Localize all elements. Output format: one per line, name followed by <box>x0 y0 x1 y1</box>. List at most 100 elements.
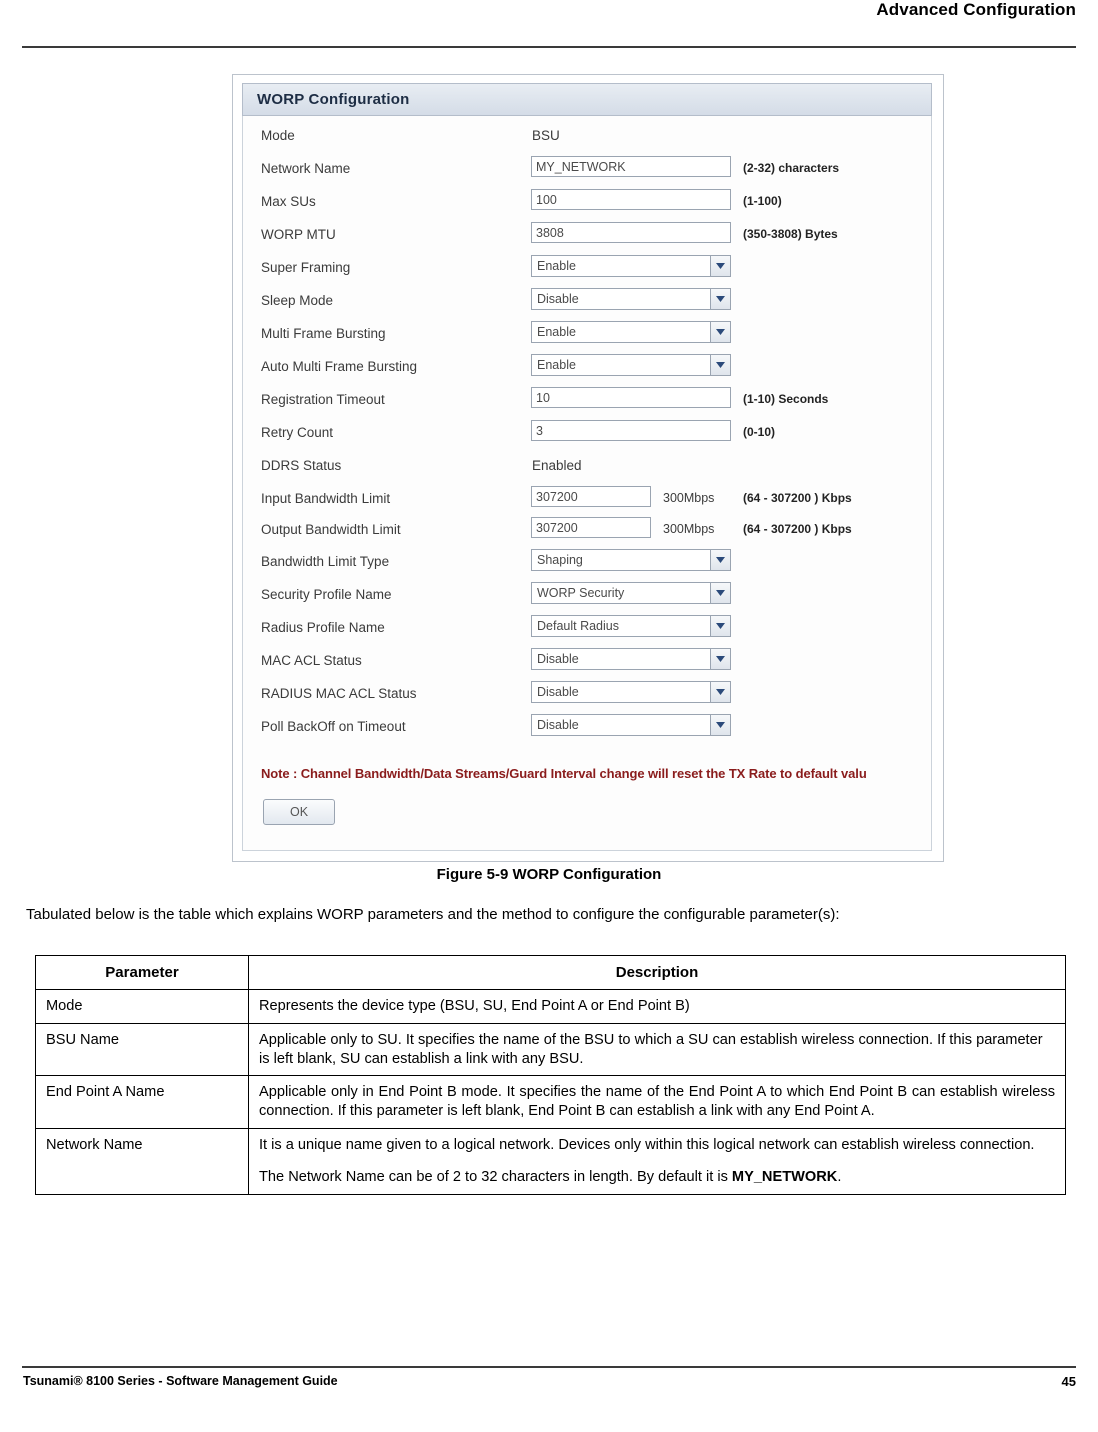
form-row-input-bandwidth-limit: Input Bandwidth Limit 300Mbps (64 - 3072… <box>243 483 933 516</box>
description-paragraph: It is a unique name given to a logical n… <box>259 1136 1035 1153</box>
hint-output-bandwidth-limit: (64 - 307200 ) Kbps <box>743 522 852 536</box>
input-max-sus[interactable] <box>531 189 731 210</box>
table-cell-description: It is a unique name given to a logical n… <box>248 1127 1066 1195</box>
form-row-security-profile-name: Security Profile Name WORP Security <box>243 579 933 612</box>
form-row-poll-backoff-on-timeout: Poll BackOff on Timeout Disable <box>243 711 933 744</box>
select-radius-profile-name[interactable]: Default Radius <box>531 615 731 637</box>
value-input-bandwidth-mbps: 300Mbps <box>663 491 715 505</box>
select-bandwidth-limit-type[interactable]: Shaping <box>531 549 731 571</box>
label-network-name: Network Name <box>261 161 351 176</box>
input-output-bandwidth-limit[interactable] <box>531 517 651 538</box>
input-input-bandwidth-limit[interactable] <box>531 486 651 507</box>
table-cell-parameter: BSU Name <box>35 1022 249 1077</box>
form-row-retry-count: Retry Count (0-10) <box>243 417 933 450</box>
label-registration-timeout: Registration Timeout <box>261 392 385 407</box>
chevron-down-icon[interactable] <box>710 649 730 669</box>
select-super-framing-value: Enable <box>537 259 576 273</box>
input-retry-count[interactable] <box>531 420 731 441</box>
table-row: BSU Name Applicable only to SU. It speci… <box>35 1022 1066 1077</box>
hint-max-sus: (1-100) <box>743 194 782 208</box>
page-header: Advanced Configuration <box>0 0 1098 52</box>
select-mac-acl-status[interactable]: Disable <box>531 648 731 670</box>
chevron-down-icon[interactable] <box>710 715 730 735</box>
worp-note-text: Note : Channel Bandwidth/Data Streams/Gu… <box>261 766 867 781</box>
label-poll-backoff-on-timeout: Poll BackOff on Timeout <box>261 719 406 734</box>
label-auto-multi-frame-bursting: Auto Multi Frame Bursting <box>261 359 418 374</box>
table-row: End Point A Name Applicable only in End … <box>35 1075 1066 1129</box>
description-paragraph: Represents the device type (BSU, SU, End… <box>259 998 690 1015</box>
label-mode: Mode <box>261 128 295 143</box>
label-radius-mac-acl-status: RADIUS MAC ACL Status <box>261 686 417 701</box>
worp-configuration-panel: WORP Configuration Mode BSU Network Name… <box>242 83 932 851</box>
form-row-bandwidth-limit-type: Bandwidth Limit Type Shaping <box>243 546 933 579</box>
select-super-framing[interactable]: Enable <box>531 255 731 277</box>
value-mode: BSU <box>532 128 560 143</box>
select-sleep-mode[interactable]: Disable <box>531 288 731 310</box>
label-sleep-mode: Sleep Mode <box>261 293 334 308</box>
description-paragraph: Applicable only to SU. It specifies the … <box>259 1031 1043 1067</box>
default-text-post: . <box>837 1169 842 1186</box>
select-multi-frame-bursting[interactable]: Enable <box>531 321 731 343</box>
input-network-name[interactable] <box>531 156 731 177</box>
description-paragraph-default: The Network Name can be of 2 to 32 chara… <box>259 1168 1055 1187</box>
form-row-sleep-mode: Sleep Mode Disable <box>243 285 933 318</box>
worp-panel-title: WORP Configuration <box>257 91 410 108</box>
select-auto-multi-frame-bursting[interactable]: Enable <box>531 354 731 376</box>
select-poll-backoff-on-timeout[interactable]: Disable <box>531 714 731 736</box>
select-poll-backoff-on-timeout-value: Disable <box>537 718 579 732</box>
select-radius-profile-name-value: Default Radius <box>537 619 619 633</box>
select-radius-mac-acl-status[interactable]: Disable <box>531 681 731 703</box>
value-ddrs-status: Enabled <box>532 458 582 473</box>
label-security-profile-name: Security Profile Name <box>261 587 392 602</box>
select-auto-multi-frame-bursting-value: Enable <box>537 358 576 372</box>
default-text-pre: The Network Name can be of 2 to 32 chara… <box>259 1169 732 1186</box>
hint-input-bandwidth-limit: (64 - 307200 ) Kbps <box>743 491 852 505</box>
figure-caption: Figure 5-9 WORP Configuration <box>436 866 662 883</box>
label-bandwidth-limit-type: Bandwidth Limit Type <box>261 554 390 569</box>
chevron-down-icon[interactable] <box>710 616 730 636</box>
default-network-name: MY_NETWORK <box>731 1169 838 1186</box>
hint-registration-timeout: (1-10) Seconds <box>743 392 829 406</box>
worp-parameters-table: Parameter Description Mode Represents th… <box>35 954 1066 1195</box>
figure-worp-configuration: WORP Configuration Mode BSU Network Name… <box>232 74 944 862</box>
chevron-down-icon[interactable] <box>710 682 730 702</box>
intro-paragraph: Tabulated below is the table which expla… <box>26 906 840 923</box>
select-sleep-mode-value: Disable <box>537 292 579 306</box>
footer-page-number: 45 <box>1061 1374 1076 1389</box>
table-row: Network Name It is a unique name given t… <box>35 1127 1066 1195</box>
label-super-framing: Super Framing <box>261 260 351 275</box>
select-security-profile-name[interactable]: WORP Security <box>531 582 731 604</box>
input-registration-timeout[interactable] <box>531 387 731 408</box>
label-multi-frame-bursting: Multi Frame Bursting <box>261 326 386 341</box>
table-row: Mode Represents the device type (BSU, SU… <box>35 989 1066 1024</box>
worp-panel-titlebar: WORP Configuration <box>242 83 932 116</box>
table-cell-parameter: End Point A Name <box>35 1075 249 1129</box>
chevron-down-icon[interactable] <box>710 583 730 603</box>
input-worp-mtu[interactable] <box>531 222 731 243</box>
chevron-down-icon[interactable] <box>710 289 730 309</box>
form-row-max-sus: Max SUs (1-100) <box>243 186 933 219</box>
label-max-sus: Max SUs <box>261 194 316 209</box>
label-retry-count: Retry Count <box>261 425 334 440</box>
form-row-network-name: Network Name (2-32) characters <box>243 153 933 186</box>
form-row-mac-acl-status: MAC ACL Status Disable <box>243 645 933 678</box>
table-header-row: Parameter Description <box>35 954 1066 991</box>
chevron-down-icon[interactable] <box>710 550 730 570</box>
form-row-radius-mac-acl-status: RADIUS MAC ACL Status Disable <box>243 678 933 711</box>
chevron-down-icon[interactable] <box>710 355 730 375</box>
footer-guide-title: Tsunami® 8100 Series - Software Manageme… <box>23 1374 338 1388</box>
chevron-down-icon[interactable] <box>710 322 730 342</box>
select-mac-acl-status-value: Disable <box>537 652 579 666</box>
ok-button[interactable]: OK <box>263 799 335 825</box>
page-header-title: Advanced Configuration <box>876 0 1076 19</box>
hint-worp-mtu: (350-3808) Bytes <box>743 227 838 241</box>
chevron-down-icon[interactable] <box>710 256 730 276</box>
hint-network-name: (2-32) characters <box>743 161 840 175</box>
form-row-radius-profile-name: Radius Profile Name Default Radius <box>243 612 933 645</box>
form-row-registration-timeout: Registration Timeout (1-10) Seconds <box>243 384 933 417</box>
label-ddrs-status: DDRS Status <box>261 458 342 473</box>
label-output-bandwidth-limit: Output Bandwidth Limit <box>261 522 401 537</box>
select-security-profile-name-value: WORP Security <box>537 586 625 600</box>
label-input-bandwidth-limit: Input Bandwidth Limit <box>261 491 391 506</box>
form-row-worp-mtu: WORP MTU (350-3808) Bytes <box>243 219 933 252</box>
